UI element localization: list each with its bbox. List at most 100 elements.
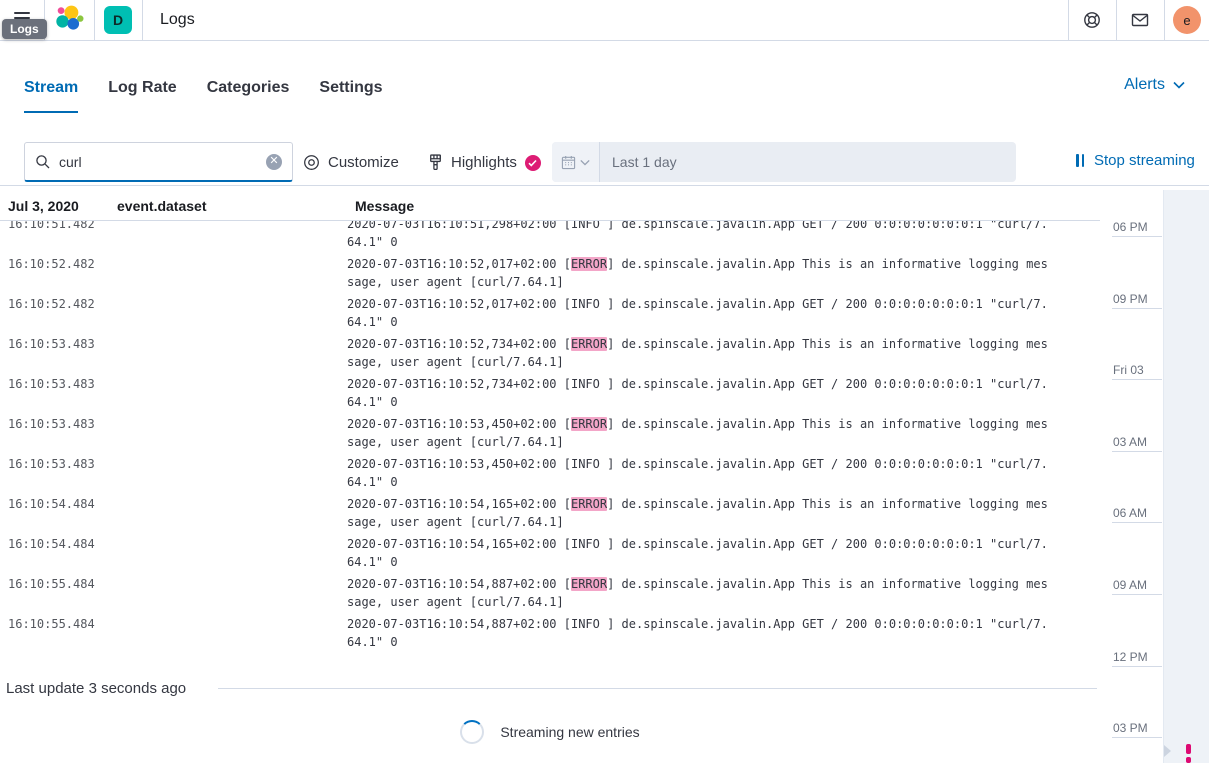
last-update-text: Last update 3 seconds ago: [6, 680, 186, 697]
log-timestamp: 16:10:51.482: [8, 221, 95, 233]
log-message: 2020-07-03T16:10:53,450+02:00 [INFO ] de…: [347, 455, 1048, 491]
chevron-down-icon: [1173, 81, 1185, 89]
minimap-view-indicator: [1164, 745, 1171, 757]
header-divider: [1164, 0, 1165, 40]
top-header: D Logs e: [0, 0, 1209, 41]
log-message: 2020-07-03T16:10:52,017+02:00 [ERROR] de…: [347, 255, 1048, 291]
log-timestamp: 16:10:53.483: [8, 335, 95, 353]
header-divider: [142, 0, 143, 40]
log-entry[interactable]: 16:10:51.482 2020-07-03T16:10:51,298+02:…: [0, 221, 1100, 253]
minimap-tick-line: [1112, 594, 1162, 595]
page-title: Logs: [160, 11, 195, 29]
log-stream[interactable]: 16:10:51.482 2020-07-03T16:10:51,298+02:…: [0, 221, 1100, 653]
log-message: 2020-07-03T16:10:52,734+02:00 [INFO ] de…: [347, 375, 1048, 411]
log-message: 2020-07-03T16:10:54,165+02:00 [INFO ] de…: [347, 535, 1048, 571]
minimap-tick-line: [1112, 451, 1162, 452]
customize-button[interactable]: Customize: [303, 152, 399, 173]
log-entry[interactable]: 16:10:52.482 2020-07-03T16:10:52,017+02:…: [0, 253, 1100, 293]
log-message: 2020-07-03T16:10:54,165+02:00 [ERROR] de…: [347, 495, 1048, 531]
mail-icon: [1130, 10, 1150, 30]
log-entry[interactable]: 16:10:53.483 2020-07-03T16:10:52,734+02:…: [0, 373, 1100, 413]
deployment-badge: D: [104, 6, 132, 34]
alerts-dropdown[interactable]: Alerts: [1124, 76, 1185, 94]
elastic-logo-icon: [55, 5, 85, 35]
minimap-tick-line: [1112, 236, 1162, 237]
minimap-tick-label: 03 PM: [1113, 721, 1148, 735]
streaming-status: Streaming new entries: [0, 712, 1100, 752]
date-range-picker[interactable]: Last 1 day: [552, 142, 1016, 182]
chevron-down-icon: [580, 159, 590, 166]
highlights-button[interactable]: Highlights: [428, 152, 541, 173]
customize-label: Customize: [328, 154, 399, 171]
log-message: 2020-07-03T16:10:52,017+02:00 [INFO ] de…: [347, 295, 1048, 331]
highlighted-term: ERROR: [571, 497, 607, 511]
space-selector[interactable]: D: [94, 0, 142, 40]
user-avatar[interactable]: e: [1173, 6, 1201, 34]
log-timestamp: 16:10:53.483: [8, 455, 95, 473]
log-entry[interactable]: 16:10:53.483 2020-07-03T16:10:53,450+02:…: [0, 453, 1100, 493]
minimap-tick-line: [1112, 737, 1162, 738]
highlighted-term: ERROR: [571, 417, 607, 431]
minimap-log-marker: [1186, 757, 1191, 763]
streaming-label: Streaming new entries: [500, 724, 639, 740]
log-entry[interactable]: 16:10:53.483 2020-07-03T16:10:53,450+02:…: [0, 413, 1100, 453]
newsfeed-button[interactable]: [1116, 0, 1164, 40]
log-entry[interactable]: 16:10:55.484 2020-07-03T16:10:54,887+02:…: [0, 613, 1100, 653]
menu-tooltip: Logs: [2, 19, 47, 39]
toolbar: ✕ Customize Highlights: [0, 116, 1209, 186]
log-message: 2020-07-03T16:10:52,734+02:00 [ERROR] de…: [347, 335, 1048, 371]
minimap-tick-label: 06 PM: [1113, 220, 1148, 234]
calendar-icon: [561, 155, 576, 170]
stop-streaming-label: Stop streaming: [1094, 152, 1195, 169]
minimap-tick-label: 12 PM: [1113, 650, 1148, 664]
last-update-divider: [218, 688, 1097, 689]
loading-spinner-icon: [460, 720, 484, 744]
column-header-dataset: event.dataset: [117, 198, 206, 214]
minimap-log-marker: [1186, 744, 1191, 754]
log-timestamp: 16:10:54.484: [8, 535, 95, 553]
pause-icon: [1076, 154, 1084, 167]
minimap-tick-line: [1112, 666, 1162, 667]
column-header-message: Message: [355, 198, 414, 214]
log-timestamp: 16:10:55.484: [8, 575, 95, 593]
minimap-tick-label: 06 AM: [1113, 506, 1147, 520]
column-header-date: Jul 3, 2020: [8, 198, 79, 214]
tab-settings[interactable]: Settings: [319, 63, 382, 113]
tab-log-rate[interactable]: Log Rate: [108, 63, 176, 113]
quick-select-button[interactable]: [552, 142, 600, 182]
elastic-logo[interactable]: [45, 0, 94, 40]
log-timestamp: 16:10:55.484: [8, 615, 95, 633]
minimap-tick-line: [1112, 308, 1162, 309]
log-timestamp: 16:10:52.482: [8, 255, 95, 273]
log-list: 16:10:51.482 2020-07-03T16:10:51,298+02:…: [0, 221, 1100, 653]
time-minimap: 06 PM09 PMFri 0303 AM06 AM09 AM12 PM03 P…: [1100, 190, 1209, 763]
alerts-label: Alerts: [1124, 76, 1165, 94]
search-input[interactable]: [59, 154, 266, 170]
log-timestamp: 16:10:54.484: [8, 495, 95, 513]
search-icon: [35, 154, 51, 170]
minimap-tick-line: [1112, 379, 1162, 380]
log-entry[interactable]: 16:10:54.484 2020-07-03T16:10:54,165+02:…: [0, 533, 1100, 573]
log-timestamp: 16:10:53.483: [8, 375, 95, 393]
log-message: 2020-07-03T16:10:54,887+02:00 [INFO ] de…: [347, 615, 1048, 651]
stop-streaming-button[interactable]: Stop streaming: [1076, 152, 1195, 169]
minimap-scrubber[interactable]: [1163, 190, 1209, 763]
log-message: 2020-07-03T16:10:51,298+02:00 [INFO ] de…: [347, 221, 1048, 251]
log-timestamp: 16:10:52.482: [8, 295, 95, 313]
highlighted-term: ERROR: [571, 577, 607, 591]
minimap-tick-label: 03 AM: [1113, 435, 1147, 449]
clear-search-button[interactable]: ✕: [266, 154, 282, 170]
log-entry[interactable]: 16:10:52.482 2020-07-03T16:10:52,017+02:…: [0, 293, 1100, 333]
log-entry[interactable]: 16:10:55.484 2020-07-03T16:10:54,887+02:…: [0, 573, 1100, 613]
minimap-tick-label: Fri 03: [1113, 363, 1144, 377]
log-entry[interactable]: 16:10:54.484 2020-07-03T16:10:54,165+02:…: [0, 493, 1100, 533]
minimap-tick-line: [1112, 522, 1162, 523]
help-button[interactable]: [1068, 0, 1116, 40]
eye-icon: [303, 154, 320, 171]
tab-categories[interactable]: Categories: [207, 63, 290, 113]
tab-stream[interactable]: Stream: [24, 63, 78, 113]
tab-bar: Stream Log Rate Categories Settings: [0, 63, 1209, 113]
brush-icon: [428, 154, 443, 171]
highlights-active-badge: [525, 155, 541, 171]
log-entry[interactable]: 16:10:53.483 2020-07-03T16:10:52,734+02:…: [0, 333, 1100, 373]
